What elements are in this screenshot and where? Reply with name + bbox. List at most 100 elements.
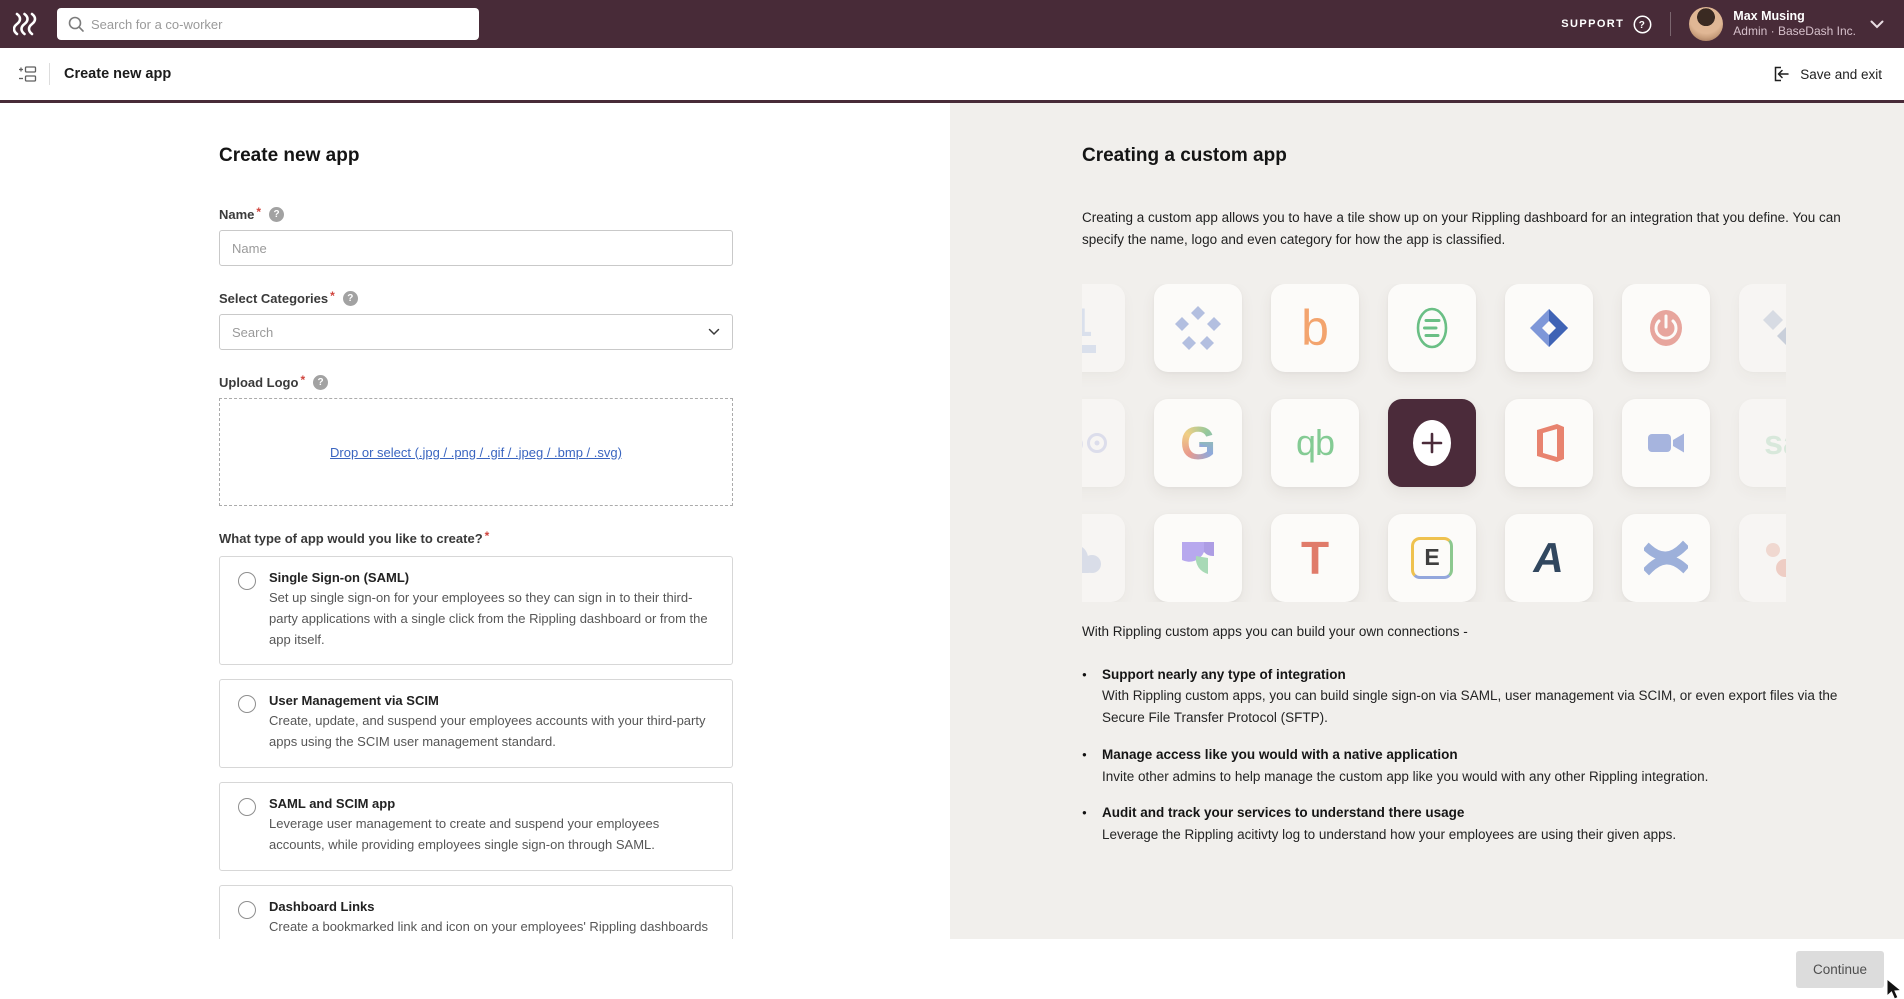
account-menu[interactable]: Max Musing Admin · BaseDash Inc. bbox=[1689, 7, 1884, 41]
account-name: Max Musing bbox=[1733, 9, 1856, 25]
search-input[interactable] bbox=[57, 8, 479, 40]
app-tile-letter-b: b bbox=[1271, 284, 1359, 372]
logo-upload-link[interactable]: Drop or select (.jpg / .png / .gif / .jp… bbox=[330, 445, 622, 460]
avatar bbox=[1689, 7, 1723, 41]
tile-row: ro G qb bbox=[1082, 399, 1786, 487]
support-link[interactable]: SUPPORT ? bbox=[1561, 15, 1652, 34]
categories-label: Select Categories bbox=[219, 291, 328, 306]
app-tile-number-one: 1 bbox=[1082, 284, 1125, 372]
save-and-exit-label: Save and exit bbox=[1800, 67, 1882, 82]
coworker-search bbox=[57, 8, 479, 40]
dots-icon bbox=[1763, 536, 1786, 580]
office-icon bbox=[1527, 421, 1571, 465]
radio-icon[interactable] bbox=[238, 798, 256, 816]
app-type-label: What type of app would you like to creat… bbox=[219, 531, 483, 546]
benefit-item: Manage access like you would with a nati… bbox=[1082, 745, 1872, 788]
app-list-icon[interactable] bbox=[18, 65, 37, 83]
page-footer: Continue bbox=[0, 939, 1904, 999]
app-tile-letters-sa: sa bbox=[1739, 399, 1786, 487]
name-label: Name bbox=[219, 207, 254, 222]
two-diamonds-icon bbox=[1761, 306, 1786, 350]
option-title: SAML and SCIM app bbox=[269, 796, 714, 811]
help-icon: ? bbox=[1633, 15, 1652, 34]
save-and-exit-button[interactable]: Save and exit bbox=[1772, 65, 1882, 83]
header-divider bbox=[1670, 12, 1671, 36]
app-tile-curved-x bbox=[1622, 514, 1710, 602]
benefit-description: Leverage the Rippling acitivty log to un… bbox=[1102, 824, 1872, 846]
benefit-item: Audit and track your services to underst… bbox=[1082, 803, 1872, 846]
option-title: Dashboard Links bbox=[269, 899, 714, 914]
benefit-description: Invite other admins to help manage the c… bbox=[1102, 766, 1872, 788]
app-tile-quickbooks: qb bbox=[1271, 399, 1359, 487]
logo-help-icon[interactable]: ? bbox=[313, 375, 328, 390]
benefits-list: Support nearly any type of integration W… bbox=[1082, 665, 1872, 846]
option-description: Create a bookmarked link and icon on you… bbox=[269, 917, 714, 939]
app-tiles-carousel: 1 bbox=[1082, 284, 1786, 602]
app-tile-ro-target: ro bbox=[1082, 399, 1125, 487]
info-intro: Creating a custom app allows you to have… bbox=[1082, 207, 1850, 252]
app-tile-jira bbox=[1505, 284, 1593, 372]
option-saml-and-scim[interactable]: SAML and SCIM app Leverage user manageme… bbox=[219, 782, 733, 871]
logo-label: Upload Logo bbox=[219, 375, 298, 390]
account-text: Max Musing Admin · BaseDash Inc. bbox=[1733, 9, 1856, 40]
logo-field-group: Upload Logo * ? Drop or select (.jpg / .… bbox=[219, 375, 733, 506]
benefit-title: Manage access like you would with a nati… bbox=[1102, 745, 1872, 766]
benefit-item: Support nearly any type of integration W… bbox=[1082, 665, 1872, 729]
option-user-management-scim[interactable]: User Management via SCIM Create, update,… bbox=[219, 679, 733, 768]
option-single-sign-on-saml[interactable]: Single Sign-on (SAML) Set up single sign… bbox=[219, 556, 733, 665]
app-tile-letter-t: T bbox=[1271, 514, 1359, 602]
connections-line: With Rippling custom apps you can build … bbox=[1082, 624, 1904, 639]
continue-button[interactable]: Continue bbox=[1796, 951, 1884, 988]
app-tile-power bbox=[1622, 284, 1710, 372]
benefit-title: Audit and track your services to underst… bbox=[1102, 803, 1872, 824]
diamond-star-icon bbox=[1175, 306, 1221, 350]
logo-dropzone[interactable]: Drop or select (.jpg / .png / .gif / .jp… bbox=[219, 398, 733, 506]
required-mark: * bbox=[330, 289, 335, 303]
svg-text:?: ? bbox=[1639, 20, 1647, 31]
option-dashboard-links[interactable]: Dashboard Links Create a bookmarked link… bbox=[219, 885, 733, 939]
app-tile-purple-leaf bbox=[1154, 514, 1242, 602]
app-tile-custom-app bbox=[1388, 399, 1476, 487]
name-field-group: Name * ? bbox=[219, 207, 733, 266]
rippling-logo-icon[interactable] bbox=[13, 12, 43, 36]
chevron-down-icon bbox=[1870, 20, 1884, 29]
app-tile-partial-diamonds bbox=[1739, 284, 1786, 372]
plus-icon bbox=[1388, 399, 1476, 487]
app-tile-google: G bbox=[1154, 399, 1242, 487]
curved-x-icon bbox=[1644, 536, 1688, 580]
name-help-icon[interactable]: ? bbox=[269, 207, 284, 222]
app-tile-cloud bbox=[1082, 514, 1125, 602]
categories-help-icon[interactable]: ? bbox=[343, 291, 358, 306]
page-toolbar: Create new app Save and exit bbox=[0, 48, 1904, 103]
app-tile-letter-a: A bbox=[1505, 514, 1593, 602]
search-icon bbox=[67, 15, 85, 38]
leaf-icon bbox=[1176, 536, 1220, 580]
benefit-description: With Rippling custom apps, you can build… bbox=[1102, 685, 1872, 728]
app-tile-diamond-star bbox=[1154, 284, 1242, 372]
cloud-icon bbox=[1082, 540, 1104, 576]
top-header: SUPPORT ? Max Musing Admin · BaseDash In… bbox=[0, 0, 1904, 48]
categories-select[interactable] bbox=[219, 314, 733, 350]
app-type-group: What type of app would you like to creat… bbox=[219, 531, 733, 939]
tile-row: T E A bbox=[1082, 514, 1786, 602]
rippling-app: SUPPORT ? Max Musing Admin · BaseDash In… bbox=[0, 0, 1904, 999]
jira-diamond-icon bbox=[1527, 306, 1571, 350]
info-pane: Creating a custom app Creating a custom … bbox=[950, 103, 1904, 939]
exit-icon bbox=[1772, 65, 1790, 83]
option-description: Leverage user management to create and s… bbox=[269, 814, 714, 856]
form-pane: Create new app Name * ? Select Categorie… bbox=[0, 103, 950, 939]
radio-icon[interactable] bbox=[238, 572, 256, 590]
info-heading: Creating a custom app bbox=[1082, 145, 1904, 167]
categories-search-input[interactable] bbox=[219, 314, 733, 350]
ellipse-lines-icon bbox=[1410, 306, 1454, 350]
option-title: User Management via SCIM bbox=[269, 693, 714, 708]
app-tile-letter-e: E bbox=[1388, 514, 1476, 602]
required-mark: * bbox=[300, 373, 305, 387]
app-tile-green-ellipse bbox=[1388, 284, 1476, 372]
name-input[interactable] bbox=[219, 230, 733, 266]
radio-icon[interactable] bbox=[238, 901, 256, 919]
radio-icon[interactable] bbox=[238, 695, 256, 713]
form-heading: Create new app bbox=[219, 145, 733, 167]
app-tile-office bbox=[1505, 399, 1593, 487]
main-content: Create new app Name * ? Select Categorie… bbox=[0, 103, 1904, 939]
